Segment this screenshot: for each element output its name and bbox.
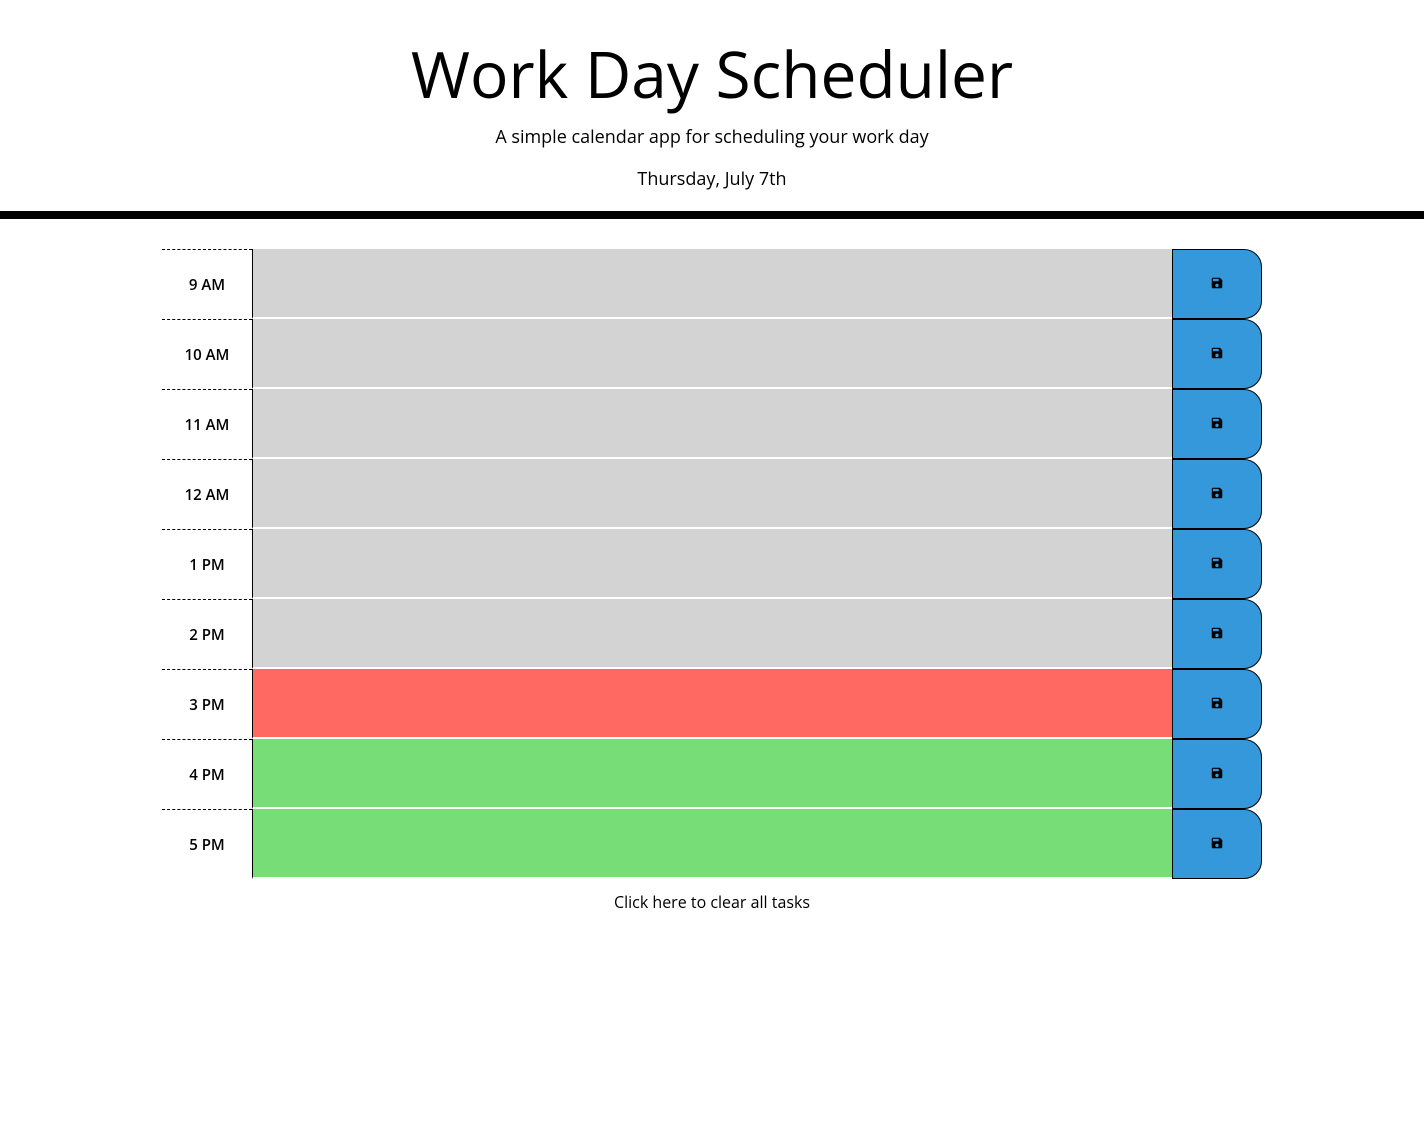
save-icon bbox=[1210, 626, 1224, 643]
task-input[interactable] bbox=[252, 459, 1172, 529]
save-icon bbox=[1210, 416, 1224, 433]
task-input[interactable] bbox=[252, 389, 1172, 459]
time-block-row: 9 AM bbox=[162, 249, 1262, 319]
hour-label: 9 AM bbox=[162, 249, 252, 319]
schedule-container: 9 AM10 AM11 AM12 AM1 PM2 PM3 PM4 PM5 PM … bbox=[162, 219, 1262, 913]
save-icon bbox=[1210, 486, 1224, 503]
save-button[interactable] bbox=[1172, 669, 1262, 739]
time-block-row: 1 PM bbox=[162, 529, 1262, 599]
save-icon bbox=[1210, 276, 1224, 293]
clear-all-button[interactable]: Click here to clear all tasks bbox=[614, 891, 810, 913]
hour-label: 2 PM bbox=[162, 599, 252, 669]
hour-label: 4 PM bbox=[162, 739, 252, 809]
save-button[interactable] bbox=[1172, 389, 1262, 459]
hour-label: 11 AM bbox=[162, 389, 252, 459]
time-block-row: 12 AM bbox=[162, 459, 1262, 529]
time-block-row: 2 PM bbox=[162, 599, 1262, 669]
save-icon bbox=[1210, 346, 1224, 363]
hour-label: 10 AM bbox=[162, 319, 252, 389]
save-button[interactable] bbox=[1172, 319, 1262, 389]
time-block-row: 4 PM bbox=[162, 739, 1262, 809]
task-input[interactable] bbox=[252, 809, 1172, 879]
save-icon bbox=[1210, 836, 1224, 853]
save-button[interactable] bbox=[1172, 809, 1262, 879]
save-button[interactable] bbox=[1172, 739, 1262, 809]
hour-label: 5 PM bbox=[162, 809, 252, 879]
current-date: Thursday, July 7th bbox=[0, 167, 1424, 191]
time-block-row: 10 AM bbox=[162, 319, 1262, 389]
page-header: Work Day Scheduler A simple calendar app… bbox=[0, 0, 1424, 219]
hour-label: 3 PM bbox=[162, 669, 252, 739]
task-input[interactable] bbox=[252, 249, 1172, 319]
task-input[interactable] bbox=[252, 319, 1172, 389]
task-input[interactable] bbox=[252, 669, 1172, 739]
save-button[interactable] bbox=[1172, 529, 1262, 599]
task-input[interactable] bbox=[252, 529, 1172, 599]
save-icon bbox=[1210, 766, 1224, 783]
save-button[interactable] bbox=[1172, 249, 1262, 319]
save-icon bbox=[1210, 696, 1224, 713]
time-block-row: 3 PM bbox=[162, 669, 1262, 739]
time-block-row: 11 AM bbox=[162, 389, 1262, 459]
task-input[interactable] bbox=[252, 599, 1172, 669]
page-title: Work Day Scheduler bbox=[0, 30, 1424, 117]
save-icon bbox=[1210, 556, 1224, 573]
page-subtitle: A simple calendar app for scheduling you… bbox=[0, 125, 1424, 149]
hour-label: 12 AM bbox=[162, 459, 252, 529]
hour-label: 1 PM bbox=[162, 529, 252, 599]
save-button[interactable] bbox=[1172, 459, 1262, 529]
task-input[interactable] bbox=[252, 739, 1172, 809]
save-button[interactable] bbox=[1172, 599, 1262, 669]
time-block-row: 5 PM bbox=[162, 809, 1262, 879]
